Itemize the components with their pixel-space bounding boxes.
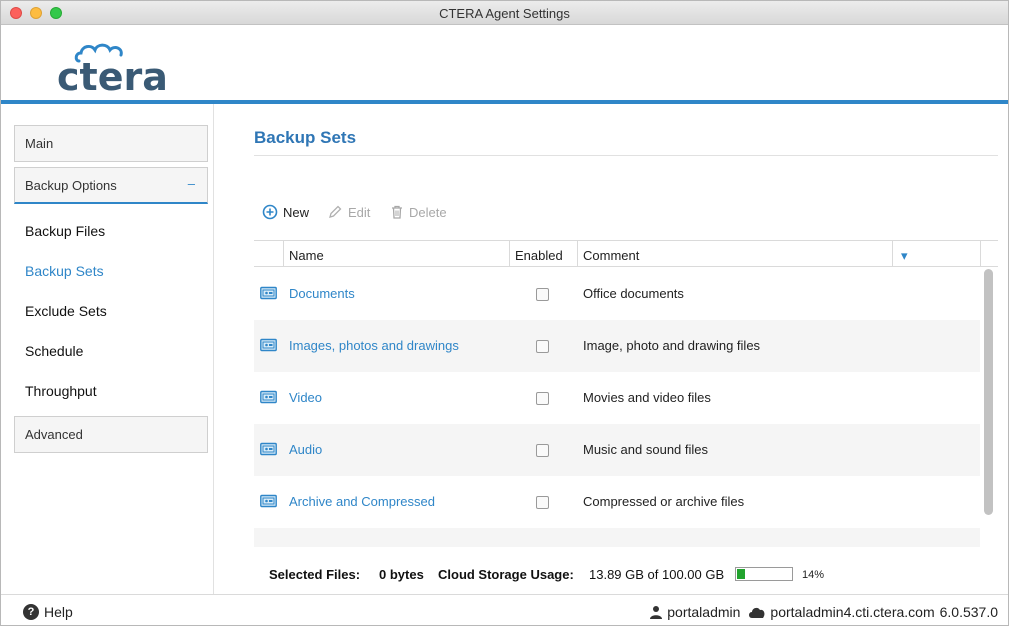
enabled-checkbox[interactable] <box>536 496 549 509</box>
sidebar-main[interactable]: Main <box>14 125 208 162</box>
backup-set-icon <box>260 494 277 511</box>
cloud-usage-value: 13.89 GB of 100.00 GB <box>589 567 725 582</box>
delete-button-label: Delete <box>409 204 447 220</box>
table-scrollbar[interactable] <box>984 269 993 515</box>
table-row[interactable]: Audio Music and sound files <box>254 424 980 476</box>
main-content: Backup Sets New Edit Delete Name Enabled… <box>215 104 1008 594</box>
backup-set-icon <box>260 390 277 407</box>
sidebar-advanced-label: Advanced <box>25 427 83 442</box>
sidebar-advanced[interactable]: Advanced <box>14 416 208 453</box>
table-row[interactable]: Documents Office documents <box>254 268 980 320</box>
app-header: ctera <box>1 25 1008 101</box>
help-button[interactable]: ? Help <box>23 604 73 620</box>
column-header-comment[interactable]: Comment <box>577 241 893 267</box>
pencil-icon <box>329 205 342 218</box>
enabled-checkbox[interactable] <box>536 444 549 457</box>
footer: ? Help portaladmin portaladmin4.cti.cter… <box>1 594 1008 625</box>
backup-set-comment: Movies and video files <box>583 390 711 405</box>
edit-button[interactable]: Edit <box>327 204 370 220</box>
backup-set-name[interactable]: Archive and Compressed <box>289 494 435 509</box>
table-row[interactable]: Video Movies and video files <box>254 372 980 424</box>
add-circle-icon <box>262 204 278 220</box>
logo-wordmark: ctera <box>57 55 168 99</box>
help-icon: ? <box>23 604 39 620</box>
backup-sets-table: Name Enabled Comment ▾ Documents Office d… <box>254 240 998 547</box>
page-title: Backup Sets <box>254 128 357 147</box>
backup-set-comment: Office documents <box>583 286 684 301</box>
app-window: CTERA Agent Settings ctera Main Backup O… <box>0 0 1009 626</box>
backup-set-comment: Image, photo and drawing files <box>583 338 761 353</box>
backup-set-name[interactable]: Audio <box>289 442 322 457</box>
edit-button-label: Edit <box>348 204 371 220</box>
footer-username: portaladmin <box>667 604 741 620</box>
trash-icon <box>392 205 402 219</box>
backup-set-name[interactable]: Video <box>289 390 322 405</box>
title-divider <box>254 155 998 156</box>
new-button[interactable]: New <box>262 204 309 220</box>
backup-set-icon <box>260 338 277 355</box>
sidebar-item-exclude-sets[interactable]: Exclude Sets <box>25 303 107 319</box>
sidebar-backup-options[interactable]: Backup Options – <box>14 167 208 204</box>
cloud-usage-label: Cloud Storage Usage: <box>438 567 574 582</box>
table-row-empty <box>254 528 980 547</box>
backup-set-comment: Music and sound files <box>583 442 709 457</box>
column-header-enabled[interactable]: Enabled <box>509 241 578 267</box>
sidebar-backup-options-label: Backup Options <box>25 178 117 193</box>
selected-files-value: 0 bytes <box>379 567 424 582</box>
sidebar-item-throughput[interactable]: Throughput <box>25 383 97 399</box>
help-label: Help <box>44 604 73 620</box>
title-bar: CTERA Agent Settings <box>1 1 1008 25</box>
footer-server: portaladmin4.cti.ctera.com <box>770 604 935 620</box>
sidebar-item-schedule[interactable]: Schedule <box>25 343 83 359</box>
sidebar-item-backup-sets[interactable]: Backup Sets <box>25 263 104 279</box>
backup-set-name[interactable]: Documents <box>289 286 355 301</box>
table-row[interactable]: Images, photos and drawings Image, photo … <box>254 320 980 372</box>
collapse-icon[interactable]: – <box>188 176 195 191</box>
user-icon <box>650 606 663 619</box>
sidebar-item-backup-files[interactable]: Backup Files <box>25 223 105 239</box>
delete-button[interactable]: Delete <box>390 204 447 220</box>
backup-set-comment: Compressed or archive files <box>583 494 745 509</box>
table-header: Name Enabled Comment ▾ <box>254 241 998 267</box>
backup-set-icon <box>260 442 277 459</box>
storage-usage-bar <box>735 567 793 581</box>
connection-info: portaladmin portaladmin4.cti.ctera.com 6… <box>649 604 998 620</box>
table-row[interactable]: Archive and Compressed Compressed or arch… <box>254 476 980 528</box>
window-title: CTERA Agent Settings <box>439 6 570 21</box>
cloud-icon <box>749 607 765 618</box>
column-header-spacer <box>980 241 998 267</box>
sidebar-main-label: Main <box>25 136 54 151</box>
sidebar: Main Backup Options – Backup Files Backu… <box>1 104 214 594</box>
ctera-logo: ctera <box>55 41 168 99</box>
selected-files-label: Selected Files: <box>269 567 361 582</box>
column-header-name[interactable]: Name <box>283 241 510 267</box>
enabled-checkbox[interactable] <box>536 392 549 405</box>
storage-usage-fill <box>737 569 745 579</box>
enabled-checkbox[interactable] <box>536 340 549 353</box>
backup-set-name[interactable]: Images, photos and drawings <box>289 338 459 353</box>
new-button-label: New <box>283 204 310 220</box>
backup-set-icon <box>260 286 277 303</box>
enabled-checkbox[interactable] <box>536 288 549 301</box>
footer-version: 6.0.537.0 <box>939 604 998 620</box>
storage-usage-percent: 14% <box>802 569 825 581</box>
sort-dropdown-icon[interactable]: ▾ <box>892 241 980 267</box>
